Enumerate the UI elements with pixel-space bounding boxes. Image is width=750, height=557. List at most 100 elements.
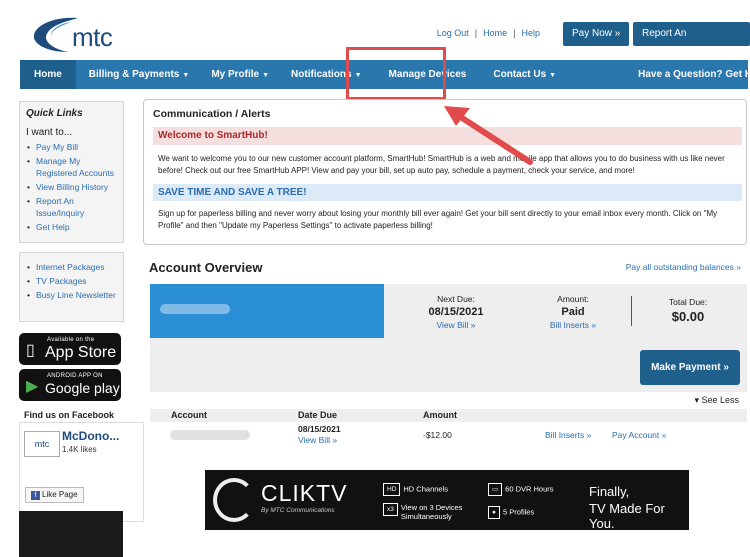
feature-devices: x3 View on 3 Devices Simultaneously	[383, 503, 483, 521]
nav-contact[interactable]: Contact Us ▼	[482, 60, 567, 89]
nav-contact-label: Contact Us	[493, 69, 547, 80]
redacted-account-name	[160, 304, 230, 314]
clik-tv-banner[interactable]: CLIKTV By MTC Communications HD HD Channe…	[205, 470, 689, 531]
quick-link-get-help[interactable]: Get Help	[26, 221, 117, 233]
row-view-bill-link[interactable]: View Bill »	[298, 435, 337, 445]
link-tv-packages[interactable]: TV Packages	[26, 275, 117, 287]
quick-link-billing-history[interactable]: View Billing History	[26, 181, 117, 193]
facebook-page-logo[interactable]: mtc	[24, 431, 60, 457]
quick-link-pay-bill[interactable]: Pay My Bill	[26, 141, 117, 153]
table-header: Account Date Due Amount	[150, 409, 747, 422]
amount-status: Paid	[561, 306, 585, 318]
row-bill-inserts-link[interactable]: Bill Inserts »	[545, 430, 591, 440]
facebook-title: Find us on Facebook	[24, 410, 115, 420]
video-thumbnail[interactable]	[19, 511, 123, 557]
bill-inserts-link[interactable]: Bill Inserts »	[529, 320, 617, 330]
nav-billing-label: Billing & Payments	[88, 69, 180, 80]
header-date-due: Date Due	[298, 410, 338, 420]
row-pay-account-link[interactable]: Pay Account »	[612, 430, 666, 440]
home-link[interactable]: Home	[483, 28, 507, 38]
logout-link[interactable]: Log Out	[437, 28, 469, 38]
google-big: Google play	[45, 380, 120, 396]
row-date-due: 08/15/2021	[298, 424, 341, 434]
nav-notifications-label: Notifications	[291, 69, 352, 80]
banner-tagline-1: Finally,	[589, 484, 630, 499]
next-due-date: 08/15/2021	[428, 306, 484, 318]
feature-dvr-text: 60 DVR Hours	[505, 484, 554, 494]
separator: |	[513, 28, 516, 38]
quick-link-manage-accounts[interactable]: Manage My Registered Accounts	[26, 155, 117, 179]
report-issue-button[interactable]: Report An Issue/Inquiry	[633, 22, 750, 63]
pay-all-balances-link[interactable]: Pay all outstanding balances »	[626, 262, 741, 272]
amount-column: Amount: Paid Bill Inserts »	[529, 294, 617, 330]
clik-tv-logo-icon	[213, 478, 255, 522]
feature-hd-text: HD Channels	[403, 484, 448, 494]
total-due-amount: $0.00	[671, 309, 705, 324]
next-due-column: Next Due: 08/15/2021 View Bill »	[412, 294, 500, 330]
see-less-toggle[interactable]: ▾ See Less	[694, 395, 739, 406]
amount-label: Amount:	[557, 294, 589, 304]
chevron-down-icon: ▼	[549, 72, 557, 79]
more-links-box: Internet Packages TV Packages Busy Line …	[19, 252, 124, 322]
quick-links-title: Quick Links	[26, 108, 83, 119]
table-row: 08/15/2021 View Bill » -$12.00 Bill Inse…	[150, 422, 747, 448]
total-due-label: Total Due:	[668, 297, 708, 307]
chevron-down-icon: ▼	[182, 72, 190, 79]
account-summary: Next Due: 08/15/2021 View Bill » Amount:…	[150, 284, 747, 392]
quick-link-report-issue[interactable]: Report An Issue/Inquiry	[26, 195, 117, 219]
feature-dvr: ▭ 60 DVR Hours	[488, 483, 554, 496]
clik-tv-brand: CLIKTV	[261, 480, 348, 506]
clik-tv-byline: By MTC Communications	[261, 507, 335, 514]
header-account: Account	[171, 410, 207, 420]
redacted-account	[170, 430, 250, 440]
facebook-icon: f	[31, 491, 40, 500]
app-store-big: App Store	[45, 344, 117, 361]
like-page-label: Like Page	[42, 490, 78, 499]
save-heading: SAVE TIME AND SAVE A TREE!	[153, 184, 742, 201]
banner-tagline-2: TV Made For You.	[589, 501, 665, 531]
feature-profiles: ● 5 Profiles	[488, 506, 534, 519]
column-divider	[631, 296, 632, 326]
communication-title: Communication / Alerts	[153, 108, 271, 120]
nav-get-help[interactable]: Have a Question? Get Help. »	[627, 60, 750, 89]
top-links: Log Out | Home | Help	[437, 28, 540, 38]
google-small: ANDROID APP ON	[47, 373, 103, 379]
nav-profile[interactable]: My Profile ▼	[200, 60, 280, 89]
red-arrow-icon	[444, 106, 533, 165]
help-link[interactable]: Help	[521, 28, 540, 38]
facebook-page-name[interactable]: McDono...	[62, 429, 119, 443]
feature-hd: HD HD Channels	[383, 483, 448, 496]
pay-now-button[interactable]: Pay Now »	[563, 22, 630, 46]
link-newsletter[interactable]: Busy Line Newsletter	[26, 289, 117, 301]
make-payment-button[interactable]: Make Payment »	[640, 350, 740, 385]
total-due-column: Total Due: $0.00	[648, 297, 728, 324]
facebook-like-button[interactable]: f Like Page	[25, 487, 84, 503]
row-amount: -$12.00	[423, 430, 452, 440]
chevron-down-icon: ▼	[262, 72, 270, 79]
app-store-small: Available on the	[47, 337, 95, 343]
logo-text: mtc	[72, 22, 113, 52]
nav-billing[interactable]: Billing & Payments ▼	[78, 60, 201, 89]
feature-devices-text: View on 3 Devices Simultaneously	[400, 503, 463, 521]
facebook-card: mtc McDono... 1.4K likes f Like Page	[19, 422, 144, 522]
separator: |	[474, 28, 478, 38]
app-store-badge[interactable]: ▯ Available on the App Store	[19, 333, 121, 365]
accounts-table: Account Date Due Amount 08/15/2021 View …	[150, 409, 747, 448]
header-amount: Amount	[423, 410, 457, 420]
account-name-block	[150, 284, 384, 338]
view-bill-link[interactable]: View Bill »	[412, 320, 500, 330]
devices-icon: x3	[383, 503, 398, 516]
next-due-label: Next Due:	[437, 294, 475, 304]
phone-icon: ▯	[26, 342, 35, 359]
hd-icon: HD	[383, 483, 401, 496]
save-text: Sign up for paperless billing and never …	[158, 209, 718, 230]
nav-home[interactable]: Home	[20, 60, 76, 89]
account-overview-title: Account Overview	[149, 260, 263, 275]
google-play-badge[interactable]: ▶ ANDROID APP ON Google play	[19, 369, 121, 401]
quick-links-box: Quick Links I want to... Pay My Bill Man…	[19, 101, 124, 243]
i-want-label: I want to...	[26, 127, 73, 138]
highlight-box	[346, 47, 446, 100]
nav-profile-label: My Profile	[211, 69, 260, 80]
profile-icon: ●	[488, 506, 500, 519]
link-internet-packages[interactable]: Internet Packages	[26, 261, 117, 273]
